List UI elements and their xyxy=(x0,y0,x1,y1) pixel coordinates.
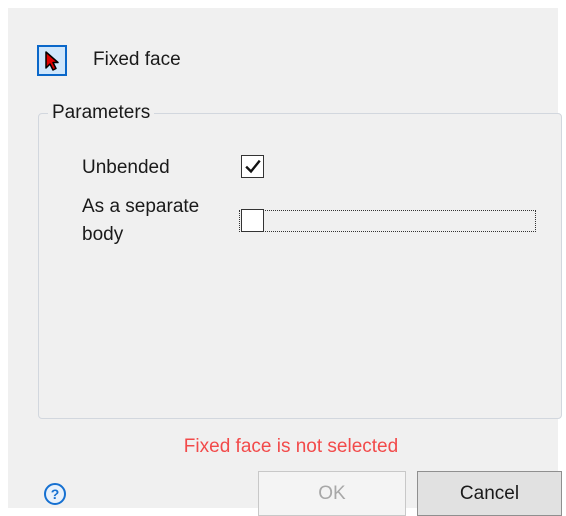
separate-body-label: As a separate body xyxy=(82,196,200,245)
separate-body-checkbox[interactable] xyxy=(241,209,264,232)
selector-label: Fixed face xyxy=(93,49,181,70)
unbended-label: Unbended xyxy=(82,157,170,178)
unbended-checkbox[interactable] xyxy=(241,155,264,178)
checkmark-icon xyxy=(244,159,261,173)
dialog-panel: Fixed face Parameters Unbended As a sepa… xyxy=(8,8,562,516)
fixed-face-selector-button[interactable] xyxy=(37,45,67,76)
pointer-arrow-icon xyxy=(45,50,59,71)
help-icon[interactable]: ? xyxy=(44,483,66,505)
separate-body-focus-rect[interactable] xyxy=(239,210,536,232)
error-message: Fixed face is not selected xyxy=(183,436,399,457)
ok-button[interactable]: OK xyxy=(258,471,406,516)
parameters-group-title: Parameters xyxy=(48,102,155,124)
cancel-button[interactable]: Cancel xyxy=(417,471,562,516)
